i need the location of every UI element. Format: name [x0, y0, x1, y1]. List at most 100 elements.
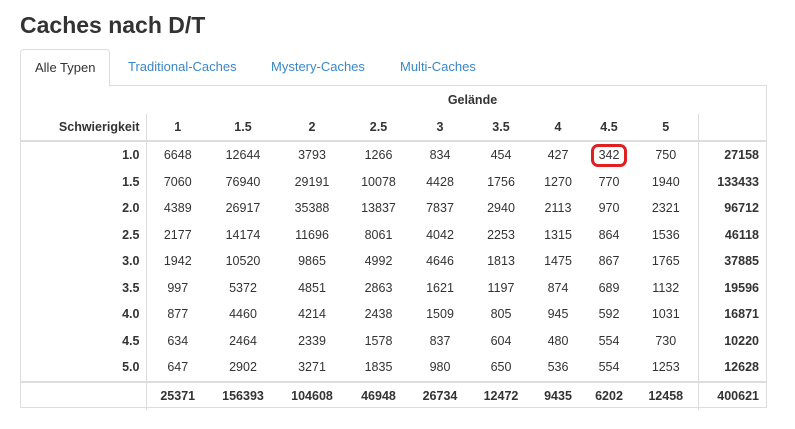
difficulty-label: 2.0 — [20, 195, 147, 222]
terrain-column-header: 1 — [146, 114, 209, 142]
table-row: 5.0 647 2902 3271 1835 980 650 536 554 1253 12628 — [20, 354, 767, 382]
table-cell: 8061 — [364, 227, 393, 242]
table-cell: 1940 — [651, 174, 680, 189]
difficulty-label: 1.0 — [20, 141, 147, 169]
difficulty-header: Schwierigkeit — [20, 114, 147, 142]
table-cell: 76940 — [225, 174, 261, 189]
table-row: 1.5 7060 76940 29191 10078 4428 1756 1270 770 194… — [20, 168, 767, 195]
table-cell: 2863 — [364, 280, 393, 295]
difficulty-label: 5.0 — [20, 354, 147, 382]
table-cell: 4214 — [298, 307, 326, 322]
table-cell: 2321 — [651, 201, 680, 216]
table-cell: 2438 — [364, 307, 393, 322]
tab-traditional-caches[interactable]: Traditional-Caches — [128, 49, 237, 86]
table-cell: 4042 — [426, 227, 454, 242]
type-tabs: Alle Typen Traditional-Caches Mystery-Ca… — [20, 49, 767, 87]
column-total: 6202 — [584, 380, 634, 410]
table-cell: 4646 — [426, 254, 454, 269]
terrain-column-header: 4.5 — [584, 114, 634, 142]
table-cell: 805 — [490, 307, 512, 322]
table-cell: 3793 — [298, 148, 326, 163]
table-cell: 4389 — [163, 201, 192, 216]
table-cell: 6648 — [163, 148, 192, 163]
table-cell: 1253 — [651, 360, 680, 375]
table-cell: 837 — [429, 333, 451, 348]
table-cell: 1621 — [426, 280, 454, 295]
table-row: 2.0 4389 26917 35388 13837 7837 2940 2113 970 232… — [20, 195, 767, 222]
table-cell: 874 — [547, 280, 569, 295]
terrain-column-header: 5 — [634, 114, 698, 142]
terrain-column-header: 2 — [277, 114, 347, 142]
table-cell: 592 — [598, 307, 620, 322]
table-cell: 4428 — [426, 174, 454, 189]
table-cell: 1813 — [487, 254, 515, 269]
table-cell: 1756 — [487, 174, 515, 189]
table-cell: 2464 — [229, 333, 257, 348]
column-total: 12458 — [634, 380, 698, 410]
table-cell: 604 — [490, 333, 512, 348]
row-total: 133433 — [697, 168, 767, 195]
row-total: 12628 — [697, 354, 767, 382]
dt-matrix-table: Gelände Schwierigkeit 1 1.5 2 2.5 3 3.5 4 4.5 5 … — [20, 86, 767, 410]
column-total: 46948 — [347, 380, 410, 410]
table-cell: 634 — [167, 333, 189, 348]
table-cell: 10078 — [361, 174, 396, 189]
row-total: 10220 — [697, 327, 767, 354]
table-row: 3.0 1942 10520 9865 4992 4646 1813 1475 867 1765 3… — [20, 248, 767, 275]
terrain-column-header: 3 — [410, 114, 470, 142]
table-cell: 1765 — [651, 254, 680, 269]
table-cell: 2339 — [298, 333, 326, 348]
column-total: 104608 — [277, 380, 347, 410]
table-cell: 1132 — [652, 280, 680, 295]
table-cell: 13837 — [361, 201, 396, 216]
table-cell: 5372 — [229, 280, 257, 295]
table-cell: 997 — [167, 280, 189, 295]
table-cell: 970 — [598, 201, 620, 216]
table-cell: 480 — [547, 333, 569, 348]
table-cell: 1835 — [364, 360, 393, 375]
tab-multi-caches[interactable]: Multi-Caches — [400, 49, 476, 86]
table-cell: 2177 — [163, 227, 192, 242]
table-cell: 1475 — [544, 254, 572, 269]
page-title: Caches nach D/T — [20, 12, 206, 38]
table-cell: 770 — [598, 174, 620, 189]
table-cell: 7060 — [163, 174, 192, 189]
column-total: 156393 — [209, 380, 277, 410]
table-row: 2.5 2177 14174 11696 8061 4042 2253 1315 864 1536… — [20, 221, 767, 248]
difficulty-label: 1.5 — [20, 168, 147, 195]
table-cell: 7837 — [426, 201, 454, 216]
table-row: 3.5 997 5372 4851 2863 1621 1197 874 689 1132 1959… — [20, 274, 767, 301]
tab-mystery-caches[interactable]: Mystery-Caches — [271, 49, 365, 86]
table-cell: 554 — [598, 360, 620, 375]
table-cell: 689 — [598, 280, 620, 295]
row-total: 27158 — [697, 141, 767, 169]
table-cell: 3271 — [298, 360, 326, 375]
row-total: 96712 — [697, 195, 767, 222]
difficulty-label: 3.0 — [20, 248, 147, 275]
table-cell: 26917 — [225, 201, 261, 216]
table-cell: 1266 — [364, 148, 393, 163]
table-cell: 750 — [655, 148, 677, 163]
table-cell: 877 — [167, 307, 189, 322]
table-row: 1.0 6648 12644 3793 1266 834 454 427 342 750 27158 — [20, 141, 767, 169]
terrain-header: Gelände — [447, 93, 498, 107]
table-cell: 454 — [490, 148, 512, 163]
table-cell: 1942 — [163, 254, 192, 269]
table-cell: 2253 — [487, 227, 515, 242]
tab-alle-typen[interactable]: Alle Typen — [20, 49, 111, 87]
terrain-column-header: 3.5 — [470, 114, 532, 142]
total-column-header — [697, 114, 767, 142]
row-total: 46118 — [697, 221, 767, 248]
table-cell: 864 — [598, 227, 620, 242]
table-cell: 12644 — [225, 148, 261, 163]
totals-row: 25371 156393 104608 46948 26734 12472 9435 6202… — [20, 380, 767, 410]
table-cell: 14174 — [225, 227, 261, 242]
table-cell: 29191 — [294, 174, 330, 189]
table-cell: 1578 — [364, 333, 393, 348]
row-total: 19596 — [697, 274, 767, 301]
table-cell: 867 — [598, 254, 620, 269]
table-cell: 1536 — [651, 227, 680, 242]
terrain-column-header: 2.5 — [347, 114, 410, 142]
table-cell: 1509 — [426, 307, 454, 322]
column-total: 12472 — [470, 380, 532, 410]
